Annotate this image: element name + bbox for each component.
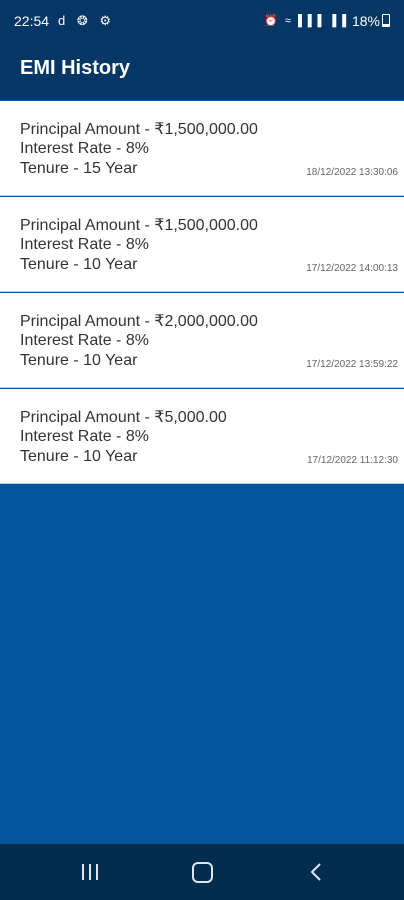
back-icon <box>310 862 322 882</box>
principal-amount: Principal Amount - ₹2,000,000.00 <box>20 313 258 330</box>
emi-history-list: Principal Amount - ₹1,500,000.00 Interes… <box>0 101 404 485</box>
principal-amount: Principal Amount - ₹1,500,000.00 <box>20 217 258 234</box>
page-title: EMI History <box>20 57 131 79</box>
timestamp: 17/12/2022 13:59:22 <box>306 359 398 370</box>
status-time: 22:54 <box>14 13 50 29</box>
tenure: Tenure - 10 Year <box>20 256 138 273</box>
system-nav-bar <box>0 844 404 900</box>
signal-icons: ⏰ ≈ ▌▌▌ ▌▌ <box>264 15 352 27</box>
history-item[interactable]: Principal Amount - ₹1,500,000.00 Interes… <box>0 101 404 196</box>
tenure: Tenure - 10 Year <box>20 352 138 369</box>
home-icon <box>191 861 213 883</box>
history-item[interactable]: Principal Amount - ₹2,000,000.00 Interes… <box>0 293 404 388</box>
home-button[interactable] <box>172 844 232 900</box>
timestamp: 18/12/2022 13:30:06 <box>306 167 398 178</box>
battery-indicator: 18% <box>352 13 390 29</box>
status-bar: 22:54 d ❂ ⚙ ⏰ ≈ ▌▌▌ ▌▌ 18% <box>0 0 404 44</box>
recent-apps-button[interactable] <box>60 844 120 900</box>
interest-rate: Interest Rate - 8% <box>20 236 149 253</box>
principal-amount: Principal Amount - ₹5,000.00 <box>20 409 227 426</box>
interest-rate: Interest Rate - 8% <box>20 428 149 445</box>
notification-icons: d ❂ ⚙ <box>58 13 116 28</box>
back-button[interactable] <box>286 844 346 900</box>
timestamp: 17/12/2022 14:00:13 <box>306 263 398 274</box>
recent-apps-icon <box>82 864 98 880</box>
history-item[interactable]: Principal Amount - ₹1,500,000.00 Interes… <box>0 197 404 292</box>
tenure: Tenure - 10 Year <box>20 448 138 465</box>
app-bar: EMI History <box>0 44 404 100</box>
interest-rate: Interest Rate - 8% <box>20 140 149 157</box>
timestamp: 17/12/2022 11:12:30 <box>306 455 398 466</box>
battery-percent: 18% <box>351 13 380 29</box>
history-item[interactable]: Principal Amount - ₹5,000.00 Interest Ra… <box>0 389 404 484</box>
principal-amount: Principal Amount - ₹1,500,000.00 <box>20 121 258 138</box>
tenure: Tenure - 15 Year <box>20 160 138 177</box>
interest-rate: Interest Rate - 8% <box>20 332 149 349</box>
battery-icon <box>382 14 390 27</box>
